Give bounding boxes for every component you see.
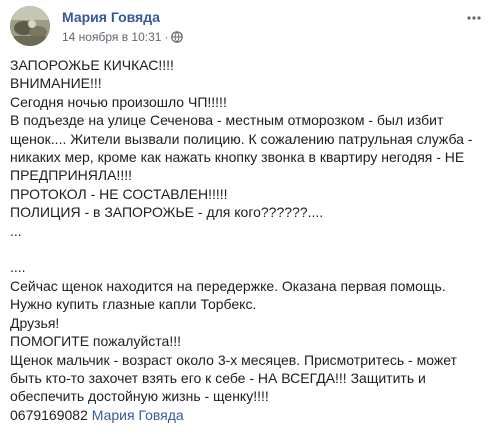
facebook-post: Мария Говяда 14 ноября в 10:31 · ЗАПОРОЖ… xyxy=(0,0,496,434)
post-line: Друзья! xyxy=(10,314,60,331)
post-line: ПОЛИЦИЯ - в ЗАПОРОЖЬЕ - для кого??????..… xyxy=(10,204,324,221)
post-line: Сегодня ночью произошло ЧП!!!!! xyxy=(10,93,227,110)
globe-icon[interactable] xyxy=(171,31,184,43)
post-line: никаких мер, кроме как нажать кнопку зво… xyxy=(10,149,465,166)
post-line: ВНИМАНИЕ!!! xyxy=(10,75,102,92)
post-line: Щенок мальчик - возраст около 3-х месяце… xyxy=(10,351,457,368)
post-text: ЗАПОРОЖЬЕ КИЧКАС!!!! ВНИМАНИЕ!!! Сегодня… xyxy=(10,56,486,424)
author-name[interactable]: Мария Говяда xyxy=(62,9,160,25)
post-line: В подъезде на улице Сеченова - местным о… xyxy=(10,112,444,129)
phone-number: 0679169082 xyxy=(10,406,88,423)
post-line: .... xyxy=(10,259,26,276)
meta-separator: · xyxy=(164,30,169,44)
post-line: Сейчас щенок находится на передержке. Ок… xyxy=(10,277,446,294)
avatar-photo xyxy=(10,6,50,46)
post-line: ЗАПОРОЖЬЕ КИЧКАС!!!! xyxy=(10,57,174,73)
post-line: щенок.... Жители вызвали полицию. К сожа… xyxy=(10,130,473,147)
post-line: Нужно купить глазные капли Торбекс. xyxy=(10,296,257,313)
post-line: быть кто-то захочет взять его к себе - Н… xyxy=(10,369,426,386)
post-line-blank xyxy=(10,240,486,258)
contact-line: 0679169082 Мария Говяда xyxy=(10,406,486,424)
post-line: ПРЕДПРИНЯЛА!!!! xyxy=(10,167,132,184)
post-header: Мария Говяда 14 ноября в 10:31 · xyxy=(10,6,486,50)
post-meta: 14 ноября в 10:31 · xyxy=(62,30,184,44)
more-options-icon[interactable] xyxy=(466,10,482,26)
post-line: ПОМОГИТЕ пожалуйста!!! xyxy=(10,333,181,350)
post-line: ПРОТОКОЛ - НЕ СОСТАВЛЕН!!!!! xyxy=(10,185,228,202)
post-line: ... xyxy=(10,222,22,239)
post-timestamp[interactable]: 14 ноября в 10:31 xyxy=(62,30,161,44)
post-line: обеспечить достойную жизнь - щенку!!!! xyxy=(10,388,269,405)
avatar[interactable] xyxy=(10,6,50,46)
mention-link[interactable]: Мария Говяда xyxy=(92,407,184,423)
